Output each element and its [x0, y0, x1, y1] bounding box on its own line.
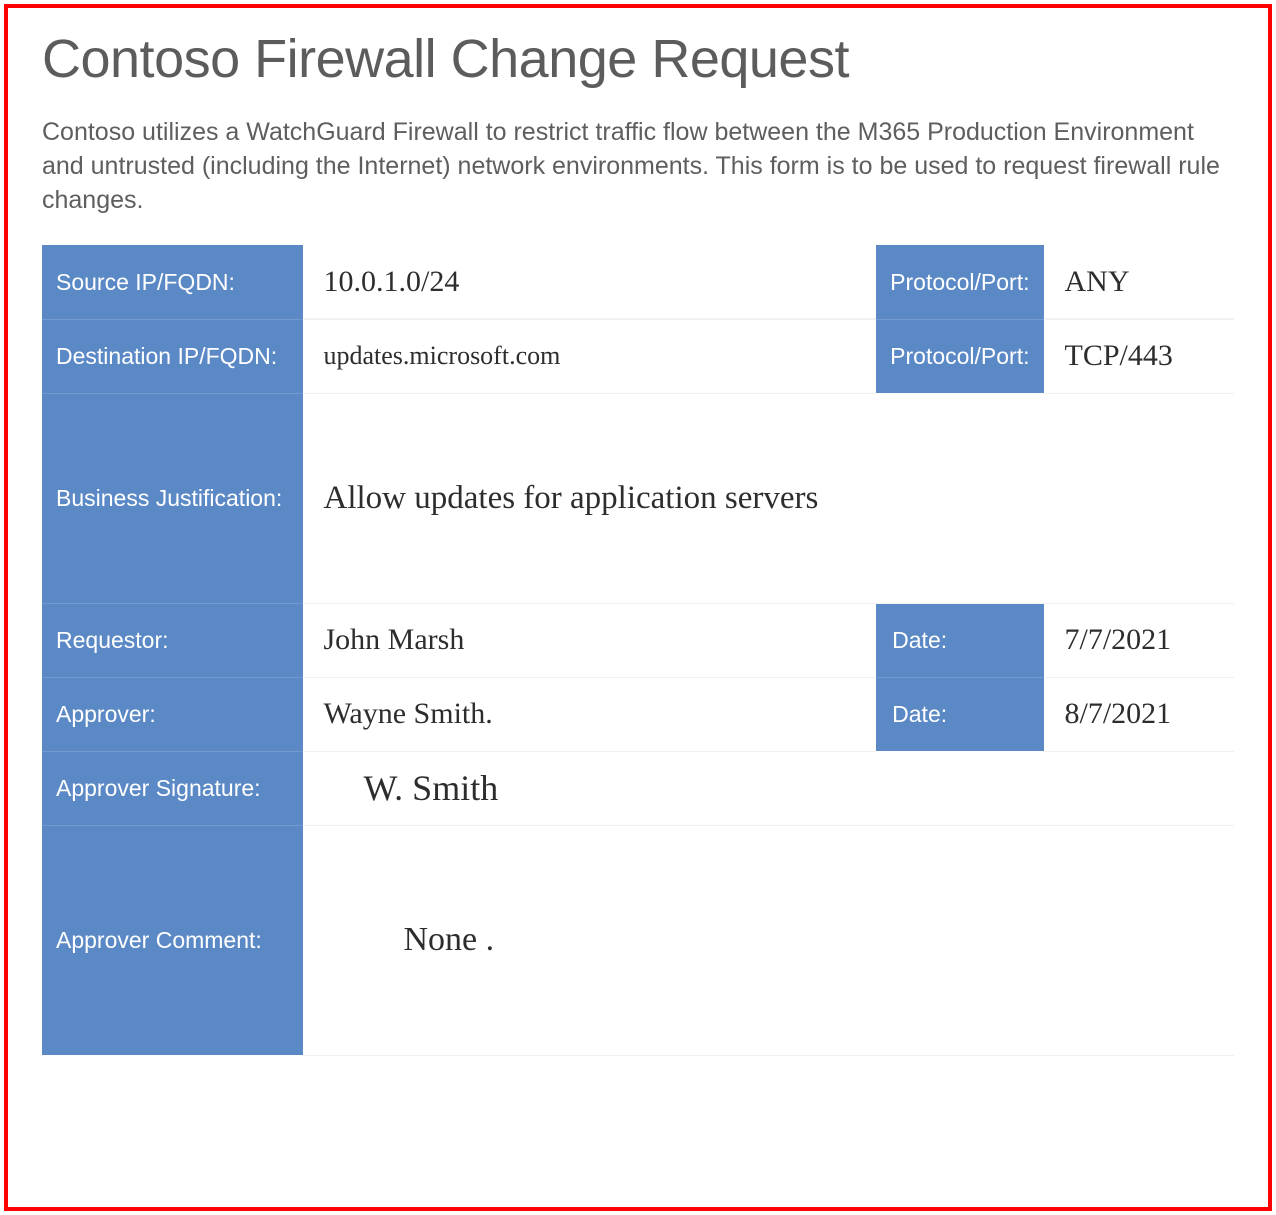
requestor-value: John Marsh — [303, 603, 876, 677]
approver-value: Wayne Smith. — [303, 677, 876, 751]
document-description: Contoso utilizes a WatchGuard Firewall t… — [42, 116, 1234, 217]
approver-signature-label: Approver Signature: — [42, 751, 303, 825]
document-frame: Contoso Firewall Change Request Contoso … — [4, 4, 1272, 1211]
dest-ip-value: updates.microsoft.com — [303, 319, 876, 393]
approver-comment-value: None . — [303, 825, 1234, 1055]
requestor-date-label: Date: — [876, 603, 1044, 677]
change-request-form: Source IP/FQDN: 10.0.1.0/24 Protocol/Por… — [42, 245, 1234, 1056]
requestor-label: Requestor: — [42, 603, 303, 677]
dest-ip-label: Destination IP/FQDN: — [42, 319, 303, 393]
dest-port-label: Protocol/Port: — [876, 319, 1044, 393]
document-title: Contoso Firewall Change Request — [42, 28, 1234, 90]
approver-date-value: 8/7/2021 — [1044, 677, 1234, 751]
source-port-label: Protocol/Port: — [876, 245, 1044, 319]
requestor-date-value: 7/7/2021 — [1044, 603, 1234, 677]
approver-label: Approver: — [42, 677, 303, 751]
justification-label: Business Justification: — [42, 393, 303, 603]
approver-signature-value: W. Smith — [303, 751, 1234, 825]
approver-date-label: Date: — [876, 677, 1044, 751]
source-port-value: ANY — [1044, 245, 1234, 319]
approver-comment-label: Approver Comment: — [42, 825, 303, 1055]
justification-value: Allow updates for application servers — [303, 393, 1234, 603]
source-ip-value: 10.0.1.0/24 — [303, 245, 876, 319]
dest-port-value: TCP/443 — [1044, 319, 1234, 393]
source-ip-label: Source IP/FQDN: — [42, 245, 303, 319]
